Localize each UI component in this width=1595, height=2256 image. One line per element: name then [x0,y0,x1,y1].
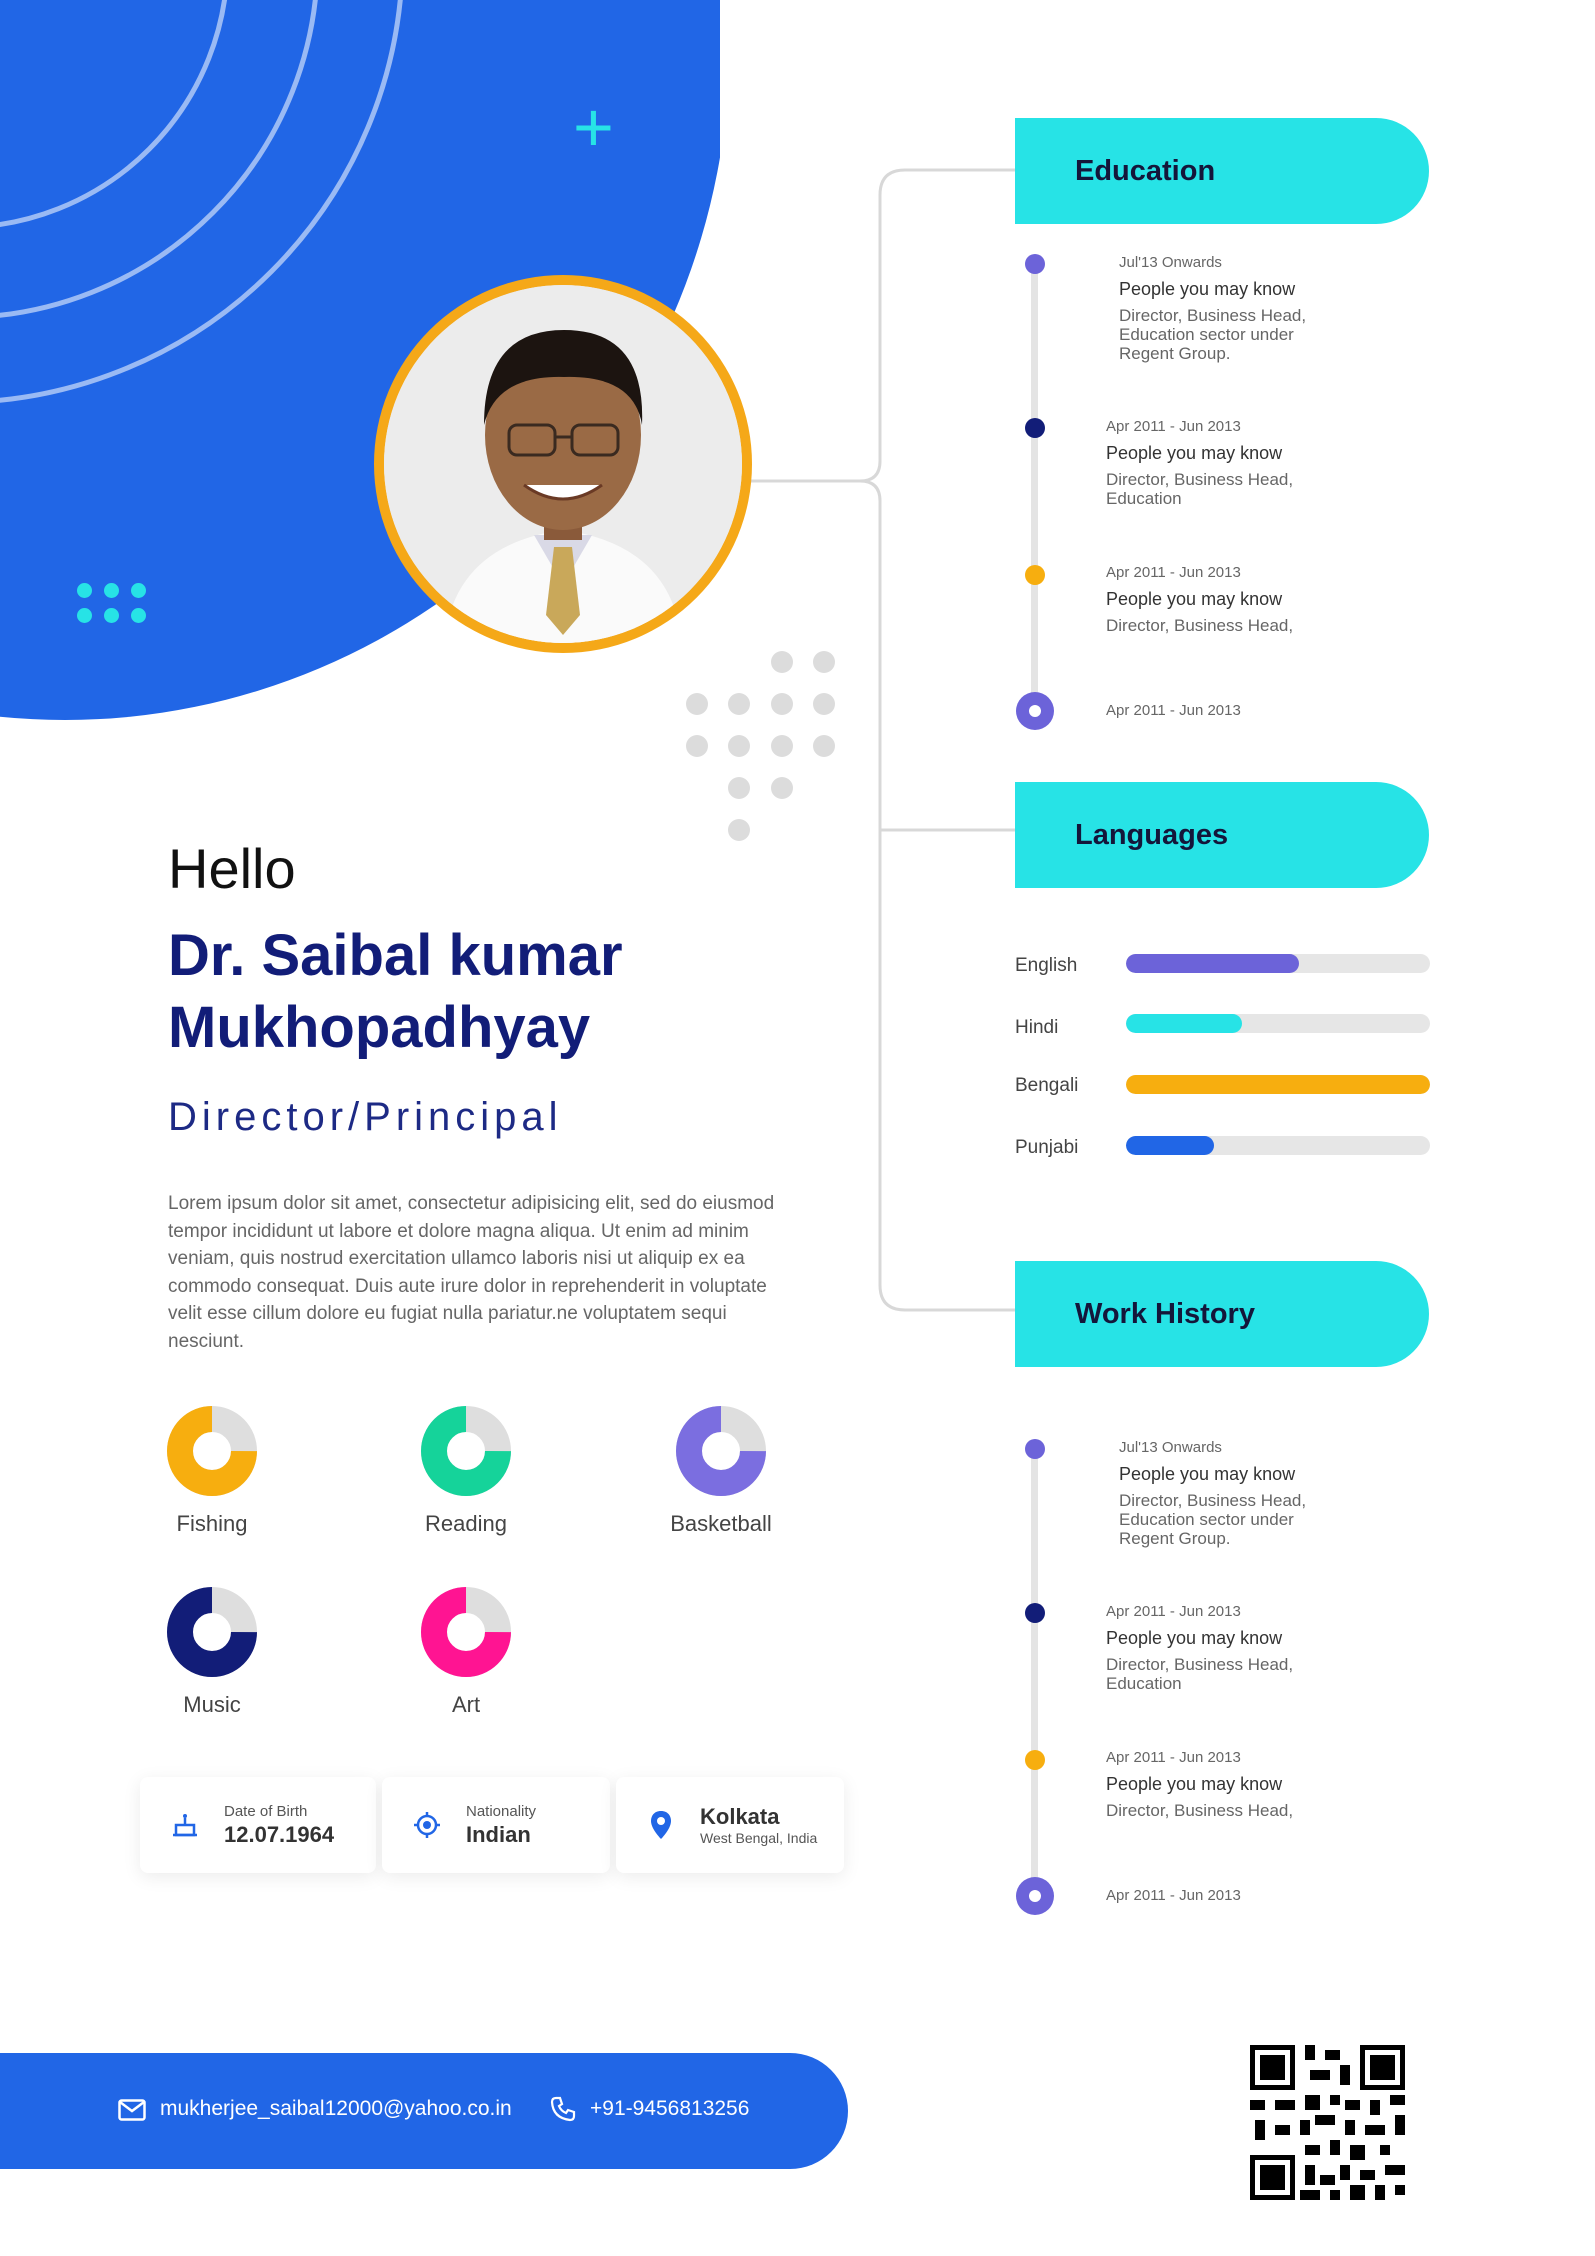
target-icon [410,1808,444,1842]
donut-chart [167,1406,257,1496]
item-date: Apr 2011 - Jun 2013 [1106,418,1241,435]
hobby-fishing: Fishing [112,1405,312,1537]
language-bar-fill [1126,954,1300,973]
timeline-dot [1025,1603,1045,1623]
contact-footer: mukherjee_saibal12000@yahoo.co.in +91-94… [0,2053,848,2169]
education-header: Education [1015,118,1429,224]
item-date: Apr 2011 - Jun 2013 [1106,1603,1241,1620]
timeline-dot [1025,418,1045,438]
cake-icon [168,1808,202,1842]
work-history-header: Work History [1015,1261,1429,1367]
hobby-label: Basketball [670,1511,772,1536]
city: Kolkata [700,1804,780,1829]
hobby-label: Fishing [176,1511,248,1536]
item-date: Jul'13 Onwards [1119,1439,1222,1456]
timeline-end-dot [1016,1877,1054,1915]
nationality-card: Nationality Indian [382,1777,610,1873]
education-item-3: Apr 2011 - Jun 2013 People you may know … [1106,564,1326,635]
profile-photo [384,285,742,643]
education-item-1: Jul'13 Onwards People you may know Direc… [1119,254,1339,363]
bio-paragraph: Lorem ipsum dolor sit amet, consectetur … [168,1193,775,1352]
plus-icon: + [573,88,614,166]
greeting: Hello [168,837,296,900]
item-desc: Director, Business Head, [1106,1801,1294,1820]
region: West Bengal, India [700,1830,818,1846]
item-title: People you may know [1119,1464,1296,1484]
item-date: Apr 2011 - Jun 2013 [1106,1887,1241,1904]
hobby-label: Music [183,1692,241,1717]
item-date: Apr 2011 - Jun 2013 [1106,1749,1241,1766]
language-label: Hindi [1015,1017,1059,1038]
email-link[interactable]: mukherjee_saibal12000@yahoo.co.in [160,2097,512,2121]
nationality-value: Indian [466,1821,531,1847]
hobby-label: Reading [425,1511,507,1536]
timeline-dot [1025,254,1045,274]
language-bar-punjabi [1126,1136,1430,1155]
mail-icon [118,2099,146,2126]
education-item-2: Apr 2011 - Jun 2013 People you may know … [1106,418,1326,508]
location-pin-icon [644,1808,678,1842]
donut-chart [167,1587,257,1677]
hobby-basketball: Basketball [621,1405,821,1537]
item-desc: Director, Business Head, Education [1106,1655,1294,1693]
language-label: Bengali [1015,1075,1079,1096]
timeline-dot [1025,565,1045,585]
item-title: People you may know [1106,1774,1283,1794]
donut-chart [676,1406,766,1496]
hobby-music: Music [112,1586,312,1718]
language-bar-fill [1126,1014,1242,1033]
item-date: Apr 2011 - Jun 2013 [1106,702,1241,719]
education-timeline-bar [1031,265,1038,710]
hobby-label: Art [451,1692,481,1717]
item-title: People you may know [1106,443,1283,463]
item-desc: Director, Business Head, Education secto… [1119,1491,1307,1548]
work-item-2: Apr 2011 - Jun 2013 People you may know … [1106,1603,1326,1693]
hobby-art: Art [366,1586,566,1718]
hobby-reading: Reading [366,1405,566,1537]
profile-photo-frame [374,275,752,653]
languages-header: Languages [1015,782,1429,888]
dob-label: Date of Birth [224,1802,308,1820]
dob-card: Date of Birth 12.07.1964 [140,1777,376,1873]
donut-chart [421,1587,511,1677]
avatar-illustration [384,285,742,643]
timeline-dot [1025,1750,1045,1770]
language-bar-english [1126,954,1430,973]
full-name: Dr. Saibal kumar Mukhopadhyay [168,923,623,1060]
connector-lines [750,168,1015,1312]
item-desc: Director, Business Head, Education [1106,470,1294,508]
item-title: People you may know [1119,279,1296,299]
item-date: Apr 2011 - Jun 2013 [1106,564,1241,581]
work-timeline-bar [1031,1450,1038,1895]
phone-link[interactable]: +91-9456813256 [590,2097,749,2121]
timeline-dot [1025,1439,1045,1459]
nationality-label: Nationality [466,1802,537,1820]
decor-dots-cyan [77,583,146,623]
location-card: Kolkata West Bengal, India [616,1777,844,1873]
qr-code-icon [1245,2040,1410,2205]
item-date: Jul'13 Onwards [1119,254,1222,271]
language-label: Punjabi [1015,1137,1079,1158]
donut-chart [421,1406,511,1496]
item-title: People you may know [1106,1628,1283,1648]
item-desc: Director, Business Head, Education secto… [1119,306,1307,363]
phone-icon [550,2096,576,2127]
language-label: English [1015,955,1078,976]
item-title: People you may know [1106,589,1283,609]
job-title: Director/Principal [168,1095,563,1139]
item-desc: Director, Business Head, [1106,616,1294,635]
dob-value: 12.07.1964 [224,1821,335,1847]
work-item-1: Jul'13 Onwards People you may know Direc… [1119,1439,1339,1548]
language-bar-fill [1126,1136,1215,1155]
work-item-3: Apr 2011 - Jun 2013 People you may know … [1106,1749,1326,1820]
language-bar-bengali [1126,1075,1430,1094]
timeline-end-dot [1016,692,1054,730]
language-bar-fill [1126,1075,1430,1094]
language-bar-hindi [1126,1014,1430,1033]
